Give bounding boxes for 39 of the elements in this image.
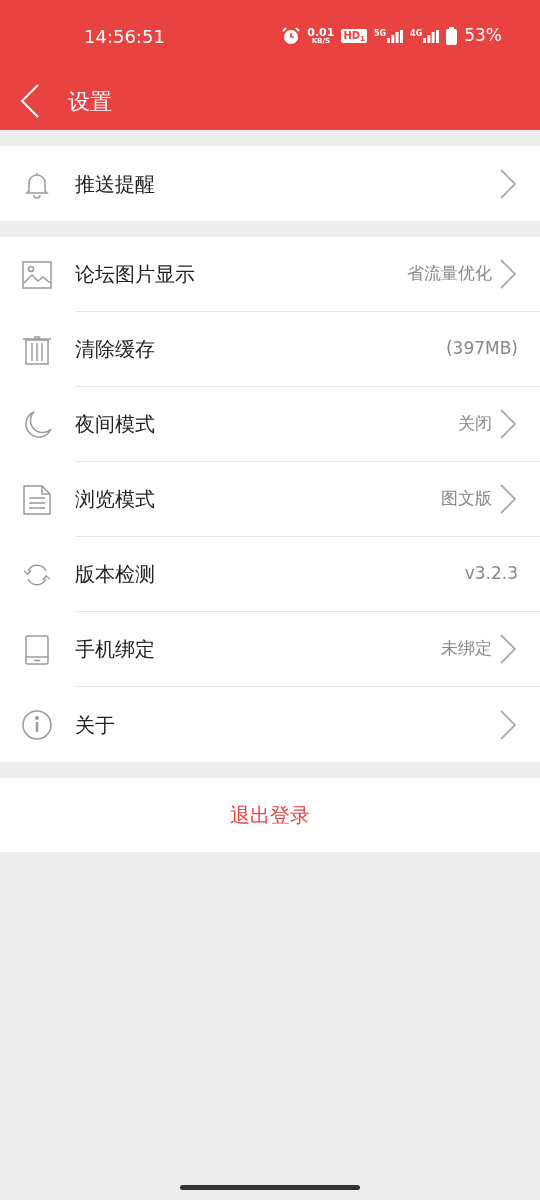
row-label: 夜间模式: [75, 411, 155, 438]
battery-percent: 53%: [464, 24, 502, 48]
settings-row[interactable]: 版本检测 v3.2.3: [0, 537, 540, 612]
row-value: v3.2.3: [464, 562, 518, 586]
settings-row[interactable]: 浏览模式 图文版: [0, 462, 540, 537]
settings-row[interactable]: 手机绑定 未绑定: [0, 612, 540, 687]
row-value: 省流量优化: [407, 262, 492, 286]
hd-badge: HD$_{1}$: [341, 29, 367, 43]
row-label: 关于: [75, 711, 115, 739]
row-label: 推送提醒: [75, 170, 155, 198]
trash-icon: [21, 333, 53, 366]
settings-row[interactable]: 论坛图片显示 省流量优化: [0, 237, 540, 312]
settings-row[interactable]: 夜间模式 关闭: [0, 387, 540, 462]
battery-icon: [446, 27, 458, 45]
info-icon: [21, 708, 53, 741]
row-value: 关闭: [458, 412, 492, 436]
page-title: 设置: [68, 87, 112, 116]
status-time: 14:56:51: [84, 24, 165, 49]
row-label: 清除缓存: [75, 336, 155, 363]
row-label: 版本检测: [75, 561, 155, 588]
alarm-icon: [282, 27, 301, 45]
logout-button[interactable]: 退出登录: [0, 778, 540, 852]
signal-icon: [423, 29, 440, 43]
signal-icon: [387, 29, 404, 43]
row-value: 图文版: [441, 487, 492, 511]
network-type: 5G: [373, 29, 387, 38]
settings-row[interactable]: 推送提醒: [0, 146, 540, 221]
row-label: 浏览模式: [75, 486, 155, 513]
row-value: (397MB): [445, 337, 518, 361]
image-icon: [21, 258, 53, 291]
network-type: 4G: [410, 29, 423, 38]
settings-row[interactable]: 清除缓存 (397MB): [0, 312, 540, 387]
back-button[interactable]: [20, 84, 42, 118]
row-value: 未绑定: [441, 637, 492, 661]
network-speed: 0.01: [307, 27, 335, 38]
document-icon: [21, 483, 53, 516]
settings-row[interactable]: 关于: [0, 687, 540, 762]
row-label: 论坛图片显示: [75, 261, 195, 288]
row-label: 手机绑定: [75, 636, 155, 663]
